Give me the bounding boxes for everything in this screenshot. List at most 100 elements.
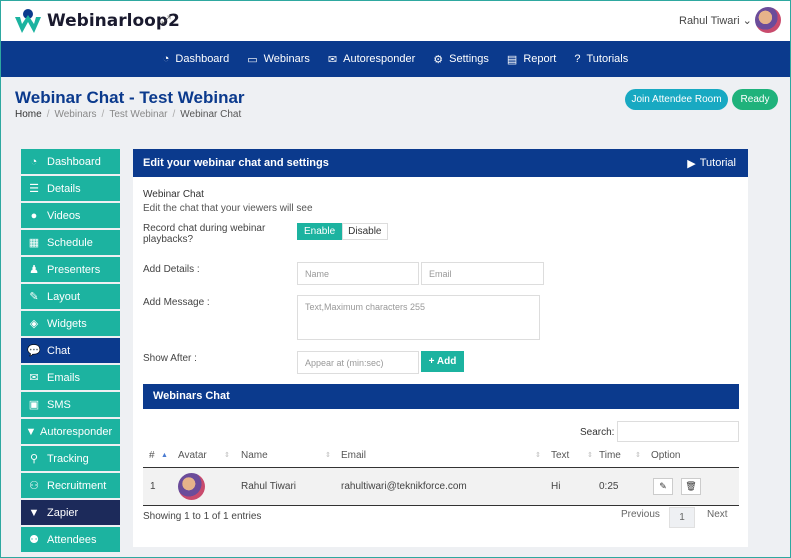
webinars-icon: ▭ — [247, 53, 258, 66]
sidebar-item-videos[interactable]: ● Videos — [21, 203, 120, 228]
sort-icon: ⇕ — [224, 452, 230, 459]
video-icon: ▶ — [687, 157, 696, 170]
column-header-option: Option — [651, 450, 681, 461]
sort-icon: ⇕ — [587, 452, 593, 459]
email-input[interactable]: Email — [421, 262, 544, 285]
column-header-time[interactable]: Time ⇕ — [599, 445, 641, 467]
nav-label: Tutorials — [586, 53, 629, 65]
nav-settings[interactable]: ⚙ Settings — [433, 53, 489, 66]
nav-label: Dashboard — [175, 53, 230, 65]
row-number: 1 — [150, 481, 156, 492]
sidebar-item-tracking[interactable]: ⚲ Tracking — [21, 446, 120, 471]
video-icon: ● — [30, 209, 38, 222]
record-label-line-1: Record chat during webinar — [143, 223, 266, 234]
sidebar-item-label: Tracking — [47, 452, 89, 465]
nav-webinars[interactable]: ▭ Webinars — [247, 53, 310, 66]
sidebar-item-schedule[interactable]: ▦ Schedule — [21, 230, 120, 255]
sidebar-item-autoresponder[interactable]: ▼ Autoresponder — [21, 419, 120, 444]
sidebar-item-label: Recruitment — [47, 479, 107, 492]
row-name: Rahul Tiwari — [241, 481, 297, 492]
sidebar-item-sms[interactable]: ▣ SMS — [21, 392, 120, 417]
sidebar-item-label: Chat — [47, 344, 71, 357]
main-nav: ◔ Dashboard ▭ Webinars ✉ Autoresponder ⚙ Set… — [1, 41, 790, 77]
presenter-icon: ♟ — [29, 264, 39, 276]
column-header-avatar[interactable]: Avatar ⇕ — [178, 445, 230, 467]
sidebar-item-chat[interactable]: 💬 Chat — [21, 338, 120, 363]
row-text: Hi — [551, 481, 561, 492]
disable-button[interactable]: Disable — [342, 223, 388, 240]
sidebar-item-label: SMS — [47, 398, 71, 411]
sidebar-item-attendees[interactable]: ⚉ Attendees — [21, 527, 120, 552]
row-time: 0:25 — [599, 481, 619, 492]
nav-label: Report — [523, 53, 557, 65]
edit-icon: ✎ — [659, 481, 667, 491]
edit-icon: ✎ — [29, 291, 39, 303]
envelope-icon: ✉ — [327, 53, 338, 66]
gear-icon: ⚙ — [433, 53, 444, 66]
show-after-input[interactable]: Appear at (min:sec) — [297, 351, 419, 374]
search-input[interactable] — [617, 421, 739, 442]
page-title: Webinar Chat - Test Webinar — [15, 88, 245, 107]
sort-icon: ⇕ — [535, 452, 541, 459]
trash-icon: 🗑 — [685, 481, 697, 491]
report-icon: ▤ — [506, 53, 518, 66]
nav-report[interactable]: ▤ Report — [507, 53, 556, 66]
webinars-chat-title: Webinars Chat — [143, 384, 739, 409]
sort-icon: ⇕ — [325, 452, 331, 459]
logo[interactable]: Webinarloop2 — [13, 7, 180, 35]
section-title: Webinar Chat — [143, 189, 204, 200]
message-textarea[interactable]: Text,Maximum characters 255 — [297, 295, 540, 340]
sort-icon: ⇕ — [635, 452, 641, 459]
nav-label: Autoresponder — [343, 53, 416, 65]
sidebar-item-presenters[interactable]: ♟ Presenters — [21, 257, 120, 282]
sidebar-item-details[interactable]: ☰ Details — [21, 176, 120, 201]
sidebar-item-dashboard[interactable]: ◔ Dashboard — [21, 149, 120, 174]
add-message-label: Add Message : — [143, 297, 210, 308]
avatar — [178, 473, 205, 500]
section-subtitle: Edit the chat that your viewers will see — [143, 203, 313, 214]
user-menu[interactable]: Rahul Tiwari ⌄ — [679, 14, 752, 27]
nav-dashboard[interactable]: ◔ Dashboard — [163, 53, 229, 65]
sidebar-item-label: Emails — [47, 371, 81, 384]
app-name: Webinarloop2 — [47, 11, 180, 31]
edit-button[interactable]: ✎ — [653, 478, 673, 495]
ready-button[interactable]: Ready — [732, 89, 778, 110]
sidebar-item-label: Layout — [47, 290, 81, 303]
nav-label: Settings — [449, 53, 489, 65]
show-after-label: Show After : — [143, 353, 197, 364]
sidebar-item-label: Details — [47, 182, 81, 195]
sidebar-item-emails[interactable]: ✉ Emails — [21, 365, 120, 390]
dashboard-icon: ◔ — [30, 155, 38, 168]
name-input[interactable]: Name — [297, 262, 419, 285]
delete-button[interactable]: 🗑 — [681, 478, 701, 495]
expand-icon[interactable]: ⤢ — [161, 13, 171, 28]
breadcrumb-webinars[interactable]: Webinars — [54, 109, 96, 120]
sidebar-item-widgets[interactable]: ◈ Widgets — [21, 311, 120, 336]
page-header: Webinar Chat - Test Webinar Home / Webinar… — [1, 77, 790, 135]
sort-asc-icon: ▲ — [161, 452, 168, 459]
breadcrumb-home[interactable]: Home — [15, 109, 42, 120]
row-email: rahultiwari@teknikforce.com — [341, 481, 467, 492]
sidebar-item-zapier[interactable]: ▼ Zapier — [21, 500, 120, 525]
record-label-line-2: playbacks? — [143, 234, 194, 245]
column-header-text[interactable]: Text ⇕ — [551, 445, 593, 467]
column-header-name[interactable]: Name ⇕ — [241, 445, 331, 467]
column-header-email[interactable]: Email ⇕ — [341, 445, 541, 467]
next-button[interactable]: Next — [707, 509, 728, 520]
sidebar-item-layout[interactable]: ✎ Layout — [21, 284, 120, 309]
previous-button[interactable]: Previous — [621, 509, 660, 520]
enable-button[interactable]: Enable — [297, 223, 343, 240]
nav-autoresponder[interactable]: ✉ Autoresponder — [328, 53, 415, 66]
sidebar-item-label: Schedule — [47, 236, 93, 249]
add-button[interactable]: + Add — [421, 351, 464, 372]
breadcrumb-test-webinar[interactable]: Test Webinar — [109, 109, 167, 120]
join-attendee-room-button[interactable]: Join Attendee Room — [625, 89, 728, 110]
sidebar-item-recruitment[interactable]: ⚇ Recruitment — [21, 473, 120, 498]
avatar[interactable] — [755, 7, 781, 33]
column-header-number[interactable]: # ▲ — [149, 445, 168, 467]
table-info: Showing 1 to 1 of 1 entries — [143, 511, 262, 522]
tutorial-button[interactable]: ▶ Tutorial — [687, 157, 736, 170]
page-1-button[interactable]: 1 — [669, 507, 695, 528]
recruitment-icon: ⚇ — [29, 480, 39, 492]
nav-tutorials[interactable]: ? Tutorials — [574, 53, 628, 65]
